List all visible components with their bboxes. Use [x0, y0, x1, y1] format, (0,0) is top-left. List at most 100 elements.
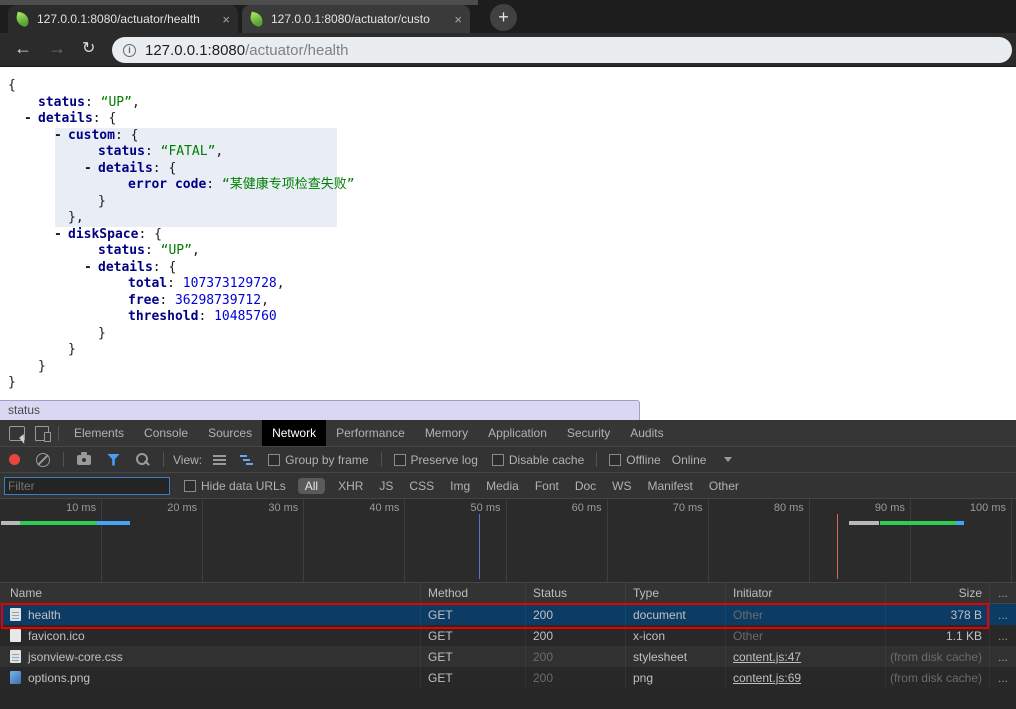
- collapse-minus-icon[interactable]: -: [84, 161, 98, 178]
- column-header-size[interactable]: Size: [886, 583, 990, 603]
- devtools-tab-application[interactable]: Application: [478, 420, 557, 446]
- screenshot-icon[interactable]: [77, 455, 91, 465]
- devtools-tab-memory[interactable]: Memory: [415, 420, 478, 446]
- devtools-tab-network[interactable]: Network: [262, 420, 326, 446]
- tab-close-icon[interactable]: ×: [454, 12, 462, 27]
- timeline-tick-label: 70 ms: [623, 502, 703, 514]
- record-button[interactable]: [9, 454, 20, 465]
- resource-filter-pills: All XHR JS CSS Img Media Font Doc WS Manifest Othe…: [293, 478, 747, 494]
- network-overview-timeline[interactable]: 10 ms20 ms30 ms40 ms50 ms60 ms70 ms80 ms…: [0, 499, 1016, 583]
- json-number: 107373129728: [183, 276, 277, 291]
- checkbox-icon[interactable]: [184, 480, 196, 492]
- devtools-tab-security[interactable]: Security: [557, 420, 620, 446]
- network-row-jsonview-core-css[interactable]: jsonview-core.cssGET200stylesheetcontent…: [0, 646, 1016, 667]
- browser-tab-custom[interactable]: 127.0.0.1:8080/actuator/custo ×: [242, 5, 470, 33]
- timeline-gridline: [607, 499, 608, 582]
- json-key: status: [38, 95, 85, 110]
- checkbox-icon[interactable]: [268, 454, 280, 466]
- back-button[interactable]: ←: [14, 38, 32, 59]
- column-header-initiator[interactable]: Initiator: [726, 583, 886, 603]
- info-icon[interactable]: i: [123, 44, 136, 57]
- tab-title: 127.0.0.1:8080/actuator/custo: [271, 12, 448, 26]
- column-header-more[interactable]: ...: [990, 583, 1016, 603]
- filter-pill-js[interactable]: JS: [379, 479, 393, 493]
- devtools-tab-sources[interactable]: Sources: [198, 420, 262, 446]
- file-type-icon: [10, 650, 21, 663]
- json-string: “UP”: [101, 95, 132, 110]
- waterfall-bar-segment: [1, 521, 20, 525]
- network-row-favicon-ico[interactable]: favicon.icoGET200x-iconOther1.1 KB...: [0, 625, 1016, 646]
- tab-close-icon[interactable]: ×: [222, 12, 230, 27]
- json-punct: : {: [93, 111, 116, 126]
- checkbox-icon[interactable]: [394, 454, 406, 466]
- json-key: free: [128, 293, 159, 308]
- timeline-gridline: [1011, 499, 1012, 582]
- column-header-name[interactable]: Name: [0, 583, 421, 603]
- cell-size: (from disk cache): [886, 667, 990, 688]
- json-line: }: [0, 194, 1016, 211]
- network-row-health[interactable]: healthGET200documentOther378 B...: [0, 604, 1016, 625]
- filter-pill-doc[interactable]: Doc: [575, 479, 596, 493]
- separator: [58, 426, 59, 441]
- address-bar[interactable]: i 127.0.0.1:8080/actuator/health: [112, 37, 1012, 63]
- separator: [381, 452, 382, 467]
- group-by-frame-checkbox[interactable]: Group by frame: [268, 453, 368, 467]
- filter-pill-xhr[interactable]: XHR: [338, 479, 363, 493]
- collapse-minus-icon[interactable]: -: [84, 260, 98, 277]
- collapse-minus-icon[interactable]: -: [54, 128, 68, 145]
- preserve-log-checkbox[interactable]: Preserve log: [394, 453, 478, 467]
- filter-funnel-icon[interactable]: [107, 454, 120, 466]
- timeline-event-line-load: [837, 514, 838, 579]
- file-type-icon: [10, 608, 21, 621]
- json-punct: ,: [277, 276, 285, 291]
- device-toolbar-icon[interactable]: [35, 426, 49, 441]
- devtools-tab-audits[interactable]: Audits: [620, 420, 673, 446]
- chevron-down-icon[interactable]: [724, 457, 732, 462]
- filter-pill-css[interactable]: CSS: [409, 479, 434, 493]
- throttling-select[interactable]: Online: [672, 453, 707, 467]
- json-line: -custom: {: [0, 128, 1016, 145]
- collapse-minus-icon[interactable]: -: [24, 111, 38, 128]
- inspect-element-icon[interactable]: [9, 426, 25, 441]
- clear-icon[interactable]: [36, 453, 50, 467]
- column-header-method[interactable]: Method: [421, 583, 526, 603]
- filter-pill-other[interactable]: Other: [709, 479, 739, 493]
- disable-cache-checkbox[interactable]: Disable cache: [492, 453, 584, 467]
- hide-data-urls-checkbox[interactable]: Hide data URLs: [184, 479, 286, 493]
- filter-pill-font[interactable]: Font: [535, 479, 559, 493]
- column-header-type[interactable]: Type: [626, 583, 726, 603]
- json-punct: :: [167, 276, 183, 291]
- filter-pill-manifest[interactable]: Manifest: [648, 479, 693, 493]
- checkbox-icon[interactable]: [609, 454, 621, 466]
- offline-checkbox[interactable]: Offline: [609, 453, 660, 467]
- devtools-tab-performance[interactable]: Performance: [326, 420, 415, 446]
- checkbox-icon[interactable]: [492, 454, 504, 466]
- initiator-link[interactable]: content.js:47: [733, 650, 801, 664]
- filter-pill-media[interactable]: Media: [486, 479, 519, 493]
- devtools-tab-elements[interactable]: Elements: [64, 420, 134, 446]
- filter-input[interactable]: [4, 477, 170, 495]
- view-waterfall-icon[interactable]: [240, 455, 254, 465]
- request-name: health: [28, 608, 61, 622]
- json-punct: ,: [261, 293, 269, 308]
- view-list-icon[interactable]: [213, 455, 226, 465]
- new-tab-button[interactable]: +: [490, 4, 517, 31]
- status-bubble: status: [0, 400, 640, 420]
- filter-pill-all[interactable]: All: [298, 478, 325, 494]
- filter-pill-ws[interactable]: WS: [612, 479, 631, 493]
- forward-button[interactable]: →: [48, 38, 66, 59]
- json-punct: :: [206, 177, 222, 192]
- initiator-link[interactable]: content.js:69: [733, 671, 801, 685]
- url-text[interactable]: 127.0.0.1:8080/actuator/health: [145, 42, 349, 59]
- cell-size: (from disk cache): [886, 646, 990, 667]
- search-icon[interactable]: [136, 453, 148, 465]
- browser-tab-health[interactable]: 127.0.0.1:8080/actuator/health ×: [8, 5, 238, 33]
- json-punct: :: [85, 95, 101, 110]
- filter-pill-img[interactable]: Img: [450, 479, 470, 493]
- devtools-tab-console[interactable]: Console: [134, 420, 198, 446]
- column-header-status[interactable]: Status: [526, 583, 626, 603]
- collapse-minus-icon[interactable]: -: [54, 227, 68, 244]
- network-row-options-png[interactable]: options.pngGET200pngcontent.js:69(from d…: [0, 667, 1016, 688]
- cell-method: GET: [421, 646, 526, 667]
- reload-button[interactable]: ↻: [82, 38, 95, 58]
